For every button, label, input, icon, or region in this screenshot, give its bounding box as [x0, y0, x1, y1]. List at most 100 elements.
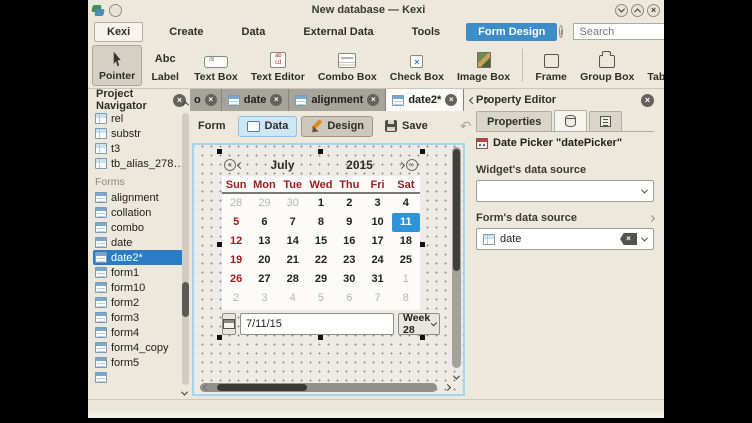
document-tab-partial[interactable]: o — [190, 89, 222, 111]
document-tab-alignment[interactable]: alignment — [289, 89, 386, 111]
tab-close-icon[interactable] — [205, 94, 217, 106]
calendar-day[interactable]: 25 — [392, 251, 420, 270]
tool-pointer[interactable]: Pointer — [92, 45, 142, 86]
calendar-day[interactable]: 31 — [363, 270, 391, 289]
calendar-day[interactable]: 5 — [222, 213, 250, 232]
calendar-day[interactable]: 2 — [335, 194, 363, 213]
nav-item-date2[interactable]: date2* — [93, 250, 183, 265]
selection-handle[interactable] — [318, 149, 323, 154]
nav-item-collation[interactable]: collation — [93, 205, 190, 220]
calendar-day[interactable]: 29 — [307, 270, 335, 289]
calendar-day[interactable]: 21 — [279, 251, 307, 270]
menu-tab-kexi[interactable]: Kexi — [94, 22, 143, 42]
calendar-day[interactable]: 1 — [307, 194, 335, 213]
calendar-day[interactable]: 19 — [222, 251, 250, 270]
calendar-day[interactable]: 30 — [335, 270, 363, 289]
menu-tab-form-design[interactable]: Form Design — [466, 23, 557, 41]
window-menu-button[interactable] — [109, 4, 122, 17]
calendar-day[interactable]: 3 — [250, 289, 278, 308]
previous-year-icon[interactable] — [224, 159, 236, 171]
calendar-day[interactable]: 26 — [222, 270, 250, 289]
nav-item-form4[interactable]: form4 — [93, 325, 190, 340]
tab-properties[interactable]: Properties — [476, 111, 552, 131]
info-icon[interactable]: i — [559, 25, 563, 38]
menu-tab-create[interactable]: Create — [157, 23, 215, 41]
calendar-day[interactable]: 9 — [335, 213, 363, 232]
tool-image-box[interactable]: Image Box — [451, 45, 516, 86]
tab-events[interactable] — [589, 111, 622, 131]
nav-item-alignment[interactable]: alignment — [93, 190, 190, 205]
search-input[interactable] — [573, 23, 664, 40]
menu-tab-data[interactable]: Data — [230, 23, 278, 41]
design-view-button[interactable]: Design — [301, 116, 373, 137]
menu-tab-external-data[interactable]: External Data — [291, 23, 385, 41]
document-tab-date[interactable]: date — [222, 89, 290, 111]
close-button[interactable]: × — [647, 4, 660, 17]
nav-item-date[interactable]: date — [93, 235, 190, 250]
tool-tab-widget[interactable]: Tab Widget — [641, 45, 664, 86]
calendar-year-label[interactable]: 2015 — [322, 158, 397, 172]
calendar-day[interactable]: 7 — [279, 213, 307, 232]
tab-data-source[interactable] — [554, 110, 587, 131]
calendar-day[interactable]: 28 — [222, 194, 250, 213]
nav-item-form1[interactable]: form1 — [93, 265, 190, 280]
nav-item-clipped[interactable] — [93, 370, 190, 385]
date-input[interactable] — [240, 313, 394, 335]
calendar-day[interactable]: 12 — [222, 232, 250, 251]
calendar-day[interactable]: 27 — [250, 270, 278, 289]
calendar-day[interactable]: 14 — [279, 232, 307, 251]
calendar-day[interactable]: 11 — [392, 213, 420, 232]
scroll-down-icon[interactable] — [453, 373, 460, 380]
calendar-day[interactable]: 4 — [392, 194, 420, 213]
nav-item-form10[interactable]: form10 — [93, 280, 190, 295]
calendar-day[interactable]: 15 — [307, 232, 335, 251]
next-month-icon[interactable] — [398, 161, 405, 168]
form-data-source-combo[interactable]: date — [476, 228, 654, 250]
scroll-right-icon[interactable] — [444, 384, 451, 391]
calendar-day[interactable]: 29 — [250, 194, 278, 213]
tool-combo-box[interactable]: Combo Box — [312, 45, 383, 86]
week-select[interactable]: Week 28 — [398, 313, 440, 335]
tab-close-icon[interactable] — [445, 94, 457, 106]
expander-icon[interactable] — [648, 214, 655, 221]
calendar-day[interactable]: 22 — [307, 251, 335, 270]
navigator-scrollbar-thumb[interactable] — [182, 282, 189, 317]
form-design-canvas[interactable]: July 2015 SunMonTueWedThuFriSat 28293012… — [192, 143, 465, 396]
previous-month-icon[interactable] — [237, 161, 244, 168]
canvas-horizontal-scrollbar[interactable] — [200, 383, 437, 392]
tool-frame[interactable]: Frame — [529, 45, 573, 86]
vertical-scrollbar-thumb[interactable] — [453, 149, 460, 271]
save-button[interactable]: Save — [377, 116, 436, 137]
calendar-day[interactable]: 3 — [363, 194, 391, 213]
clear-value-icon[interactable] — [620, 233, 637, 245]
calendar-month-label[interactable]: July — [245, 158, 320, 172]
minimize-button[interactable] — [615, 4, 628, 17]
menu-tab-tools[interactable]: Tools — [400, 23, 453, 41]
tool-label[interactable]: AbcLabel — [143, 45, 187, 86]
nav-item-substr[interactable]: substr — [93, 126, 190, 141]
calendar-day[interactable]: 7 — [363, 289, 391, 308]
datepicker-widget[interactable]: July 2015 SunMonTueWedThuFriSat 28293012… — [222, 154, 420, 335]
calendar-day[interactable]: 23 — [335, 251, 363, 270]
calendar-day[interactable]: 24 — [363, 251, 391, 270]
navigator-scroll-down-icon[interactable] — [181, 389, 188, 396]
widget-data-source-combo[interactable] — [476, 180, 654, 202]
calendar-day[interactable]: 18 — [392, 232, 420, 251]
calendar-day[interactable]: 13 — [250, 232, 278, 251]
selection-handle[interactable] — [318, 335, 323, 340]
nav-item-form5[interactable]: form5 — [93, 355, 190, 370]
calendar-day[interactable]: 20 — [250, 251, 278, 270]
nav-item-combo[interactable]: combo — [93, 220, 190, 235]
tool-group-box[interactable]: Group Box — [574, 45, 640, 86]
calendar-day[interactable]: 5 — [307, 289, 335, 308]
selection-handle[interactable] — [217, 242, 222, 247]
selection-handle[interactable] — [420, 149, 425, 154]
property-editor-close-icon[interactable] — [641, 94, 654, 107]
calendar-day[interactable]: 1 — [392, 270, 420, 289]
canvas-vertical-scrollbar[interactable] — [452, 147, 461, 368]
nav-item-form4-copy[interactable]: form4_copy — [93, 340, 190, 355]
data-view-button[interactable]: Data — [238, 116, 298, 137]
tool-text-box[interactable]: Text Box — [188, 45, 244, 86]
maximize-button[interactable] — [631, 4, 644, 17]
calendar-popup-button[interactable] — [222, 313, 236, 335]
